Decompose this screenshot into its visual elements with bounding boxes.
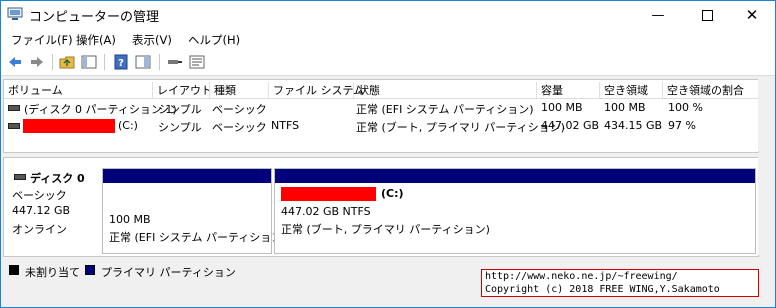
help-icon[interactable]: ? (113, 54, 129, 70)
column-header-capacity[interactable]: 容量 (536, 82, 563, 98)
partition-status: 正常 (ブート, プライマリ パーティション) (281, 223, 490, 236)
volume-free: 100 MB (604, 101, 646, 114)
close-button[interactable]: ✕ (729, 1, 775, 29)
disk-view-scrollbar[interactable] (758, 157, 773, 255)
volume-layout: シンプル (158, 121, 202, 134)
toolbar: ? (1, 49, 775, 76)
partition-size: 100 MB (109, 213, 151, 226)
partition-size: 447.02 GB NTFS (281, 205, 371, 218)
column-header-status[interactable]: 状態 (353, 82, 380, 98)
forward-arrow-icon[interactable] (29, 54, 45, 70)
volume-capacity: 100 MB (541, 101, 583, 114)
legend-swatch-unallocated (9, 265, 19, 275)
menu-file[interactable]: ファイル(F) (11, 32, 73, 48)
partition-status: 正常 (EFI システム パーティション) (109, 231, 287, 244)
disk-type: ベーシック (12, 189, 67, 202)
volume-row[interactable]: (C:) シンプル ベーシック NTFS 正常 (ブート, プライマリ パーティ… (4, 118, 758, 134)
menu-help[interactable]: ヘルプ(H) (188, 32, 240, 48)
svg-text:?: ? (118, 58, 124, 69)
toolbar-separator (159, 54, 160, 70)
menu-bar: ファイル(F) 操作(A) 表示(V) ヘルプ(H) (1, 29, 775, 49)
volume-filesystem: NTFS (271, 119, 300, 132)
menu-view[interactable]: 表示(V) (132, 32, 172, 48)
window-title: コンピューターの管理 (29, 10, 160, 25)
title-bar[interactable]: コンピューターの管理 — ✕ (1, 1, 775, 29)
volume-row[interactable]: (ディスク 0 パーティション 1) シンプル ベーシック 正常 (EFI シス… (4, 100, 758, 116)
volume-list-header: ボリューム レイアウト 種類 ファイル システム 状態 容量 空き領域 空き領域… (4, 80, 758, 99)
volume-status: 正常 (EFI システム パーティション) (356, 103, 534, 116)
close-icon: ✕ (745, 6, 759, 24)
column-header-layout[interactable]: レイアウト (152, 82, 212, 98)
computer-management-window: コンピューターの管理 — ✕ ファイル(F) 操作(A) 表示(V) ヘルプ(H… (0, 0, 776, 308)
legend-label-primary: プライマリ パーティション (101, 266, 236, 279)
volume-free: 434.15 GB (604, 119, 663, 132)
disk-icon (14, 174, 26, 180)
up-folder-icon[interactable] (59, 54, 75, 70)
show-hide-tree-icon[interactable] (81, 54, 97, 70)
column-header-free[interactable]: 空き領域 (599, 82, 648, 98)
minimize-icon: — (651, 7, 665, 23)
volume-percent-free: 100 % (668, 101, 703, 114)
partition-label: (C:) (381, 187, 404, 200)
redacted-partition-label (281, 187, 376, 201)
legend: 未割り当て プライマリ パーティション (3, 263, 473, 279)
redacted-volume-label (23, 119, 115, 133)
volume-layout: シンプル (158, 103, 202, 116)
disk-state: オンライン (12, 223, 67, 236)
computer-management-icon (7, 7, 23, 20)
legend-swatch-primary (85, 265, 95, 275)
column-header-volume[interactable]: ボリューム (4, 82, 63, 98)
volume-icon (8, 123, 20, 129)
back-arrow-icon[interactable] (7, 54, 23, 70)
toolbar-separator (104, 54, 105, 70)
maximize-button[interactable] (684, 1, 730, 29)
partition-c[interactable]: (C:) 447.02 GB NTFS 正常 (ブート, プライマリ パーティシ… (274, 168, 756, 254)
column-header-type[interactable]: 種類 (209, 82, 236, 98)
volume-percent-free: 97 % (668, 119, 696, 132)
disk-title: ディスク 0 (30, 172, 85, 185)
volume-status: 正常 (ブート, プライマリ パーティション) (356, 121, 565, 134)
volume-list-scrollbar[interactable] (758, 79, 773, 151)
properties-icon[interactable] (135, 54, 151, 70)
settings-list-icon[interactable] (189, 54, 205, 70)
connect-icon[interactable] (167, 54, 183, 70)
disk-graphical-view: ディスク 0 ベーシック 447.12 GB オンライン 100 MB 正常 (… (3, 157, 759, 257)
disk-info[interactable]: ディスク 0 ベーシック 447.12 GB オンライン (8, 162, 96, 252)
column-header-filesystem[interactable]: ファイル システム (268, 82, 364, 98)
menu-action[interactable]: 操作(A) (76, 32, 116, 48)
column-header-percent-free[interactable]: 空き領域の割合 (662, 82, 744, 98)
maximize-icon (701, 9, 713, 21)
volume-icon (8, 105, 20, 111)
legend-label-unallocated: 未割り当て (25, 266, 80, 279)
volume-type: ベーシック (212, 103, 267, 116)
disk-size: 447.12 GB (12, 204, 71, 217)
volume-name: (ディスク 0 パーティション 1) (24, 103, 177, 116)
partition-type-bar (103, 169, 271, 183)
volume-type: ベーシック (212, 121, 267, 134)
partition-efi[interactable]: 100 MB 正常 (EFI システム パーティション) (102, 168, 287, 254)
credit-url: http://www.neko.ne.jp/~freewing/ (485, 271, 678, 282)
toolbar-separator (52, 54, 53, 70)
volume-name: (C:) (118, 119, 138, 132)
credit-copyright: Copyright (c) 2018 FREE WING,Y.Sakamoto (485, 284, 720, 295)
partition-type-bar (275, 169, 755, 183)
minimize-button[interactable]: — (635, 1, 681, 29)
credit-overlay: http://www.neko.ne.jp/~freewing/ Copyrig… (481, 269, 759, 297)
volume-list: ボリューム レイアウト 種類 ファイル システム 状態 容量 空き領域 空き領域… (3, 79, 759, 153)
volume-capacity: 447.02 GB (541, 119, 600, 132)
